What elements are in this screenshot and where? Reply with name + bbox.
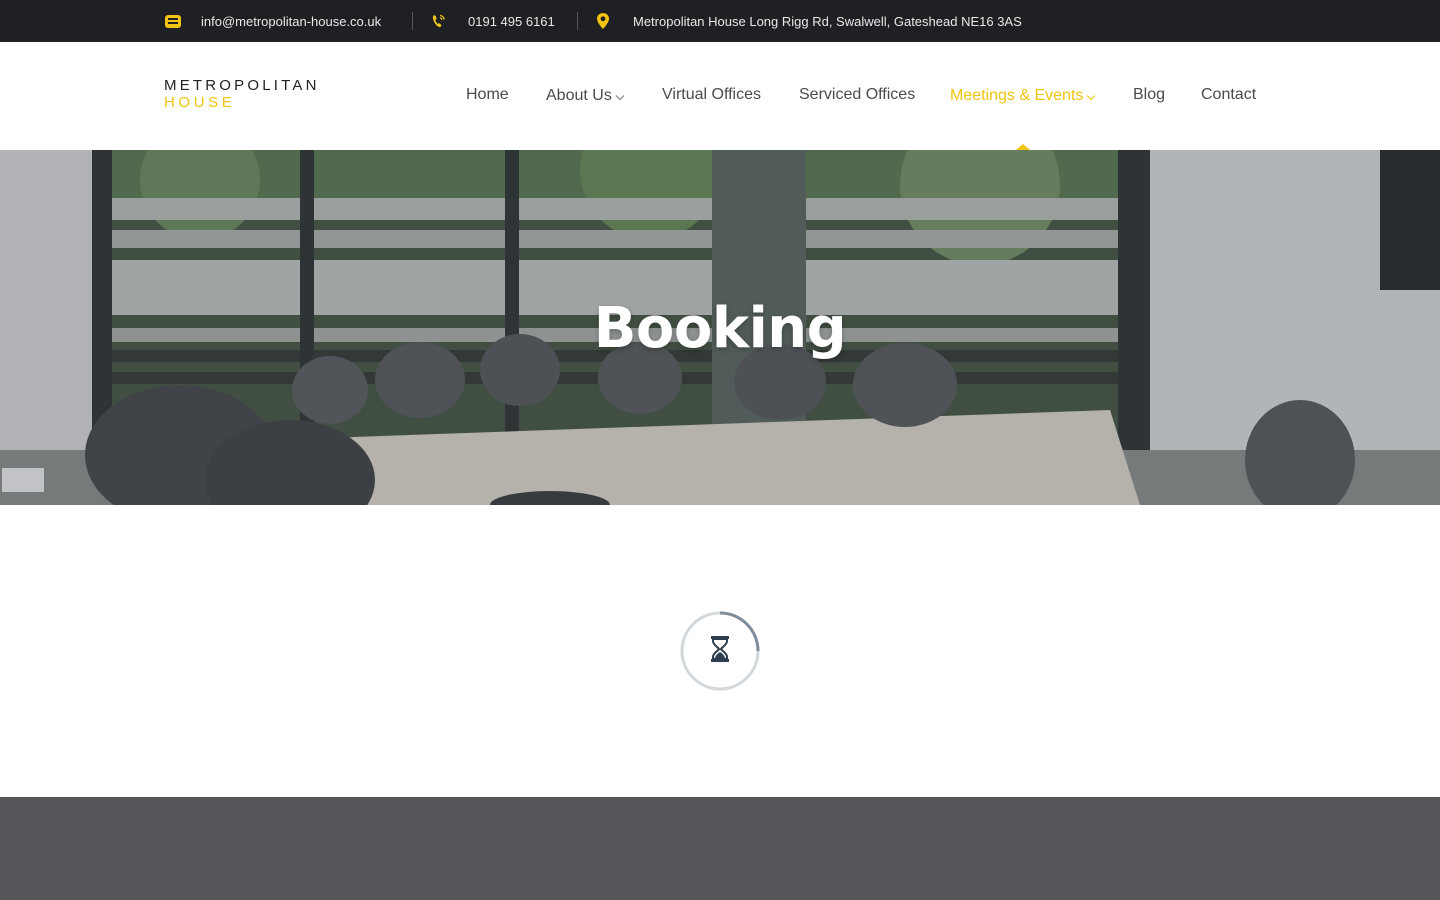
topbar-email[interactable]: info@metropolitan-house.co.uk xyxy=(164,0,381,42)
nav-item-label: Home xyxy=(466,86,509,103)
divider xyxy=(412,12,413,30)
topbar-address: Metropolitan House Long Rigg Rd, Swalwel… xyxy=(596,0,1022,42)
chevron-down-icon xyxy=(615,88,625,106)
nav-item-label: Virtual Offices xyxy=(662,86,762,103)
hero-banner: Booking xyxy=(0,150,1440,505)
site-header: METROPOLITAN HOUSE Home About Us Virtual… xyxy=(0,42,1440,150)
nav-item-label: About Us xyxy=(546,87,612,104)
nav-item-blog[interactable]: Blog xyxy=(1133,86,1165,104)
nav-item-meetings-events[interactable]: Meetings & Events xyxy=(950,86,1096,106)
nav-item-about-us[interactable]: About Us xyxy=(546,86,625,106)
chevron-down-icon xyxy=(1086,88,1096,106)
nav-item-serviced-offices[interactable]: Serviced Offices xyxy=(799,86,915,104)
address-text: Metropolitan House Long Rigg Rd, Swalwel… xyxy=(633,13,1022,29)
map-pin-icon xyxy=(596,12,610,30)
loading-spinner xyxy=(680,611,760,691)
phone-icon xyxy=(431,13,447,29)
phone-link[interactable]: 0191 495 6161 xyxy=(468,14,555,29)
topbar-phone[interactable]: 0191 495 6161 xyxy=(431,0,555,42)
nav-item-label: Serviced Offices xyxy=(799,86,916,103)
top-info-bar: info@metropolitan-house.co.uk 0191 495 6… xyxy=(0,0,1440,42)
envelope-icon xyxy=(164,13,182,29)
nav-item-home[interactable]: Home xyxy=(466,86,509,104)
hourglass-icon xyxy=(710,635,730,668)
email-link[interactable]: info@metropolitan-house.co.uk xyxy=(201,14,381,29)
nav-item-virtual-offices[interactable]: Virtual Offices xyxy=(662,86,761,104)
page-title: Booking xyxy=(593,296,847,361)
divider xyxy=(577,12,578,30)
nav-item-label: Blog xyxy=(1133,86,1166,103)
logo-line1: METROPOLITAN xyxy=(164,77,320,94)
site-logo[interactable]: METROPOLITAN HOUSE xyxy=(164,78,320,112)
nav-item-label: Meetings & Events xyxy=(950,87,1084,104)
nav-item-contact[interactable]: Contact xyxy=(1201,86,1256,104)
site-footer xyxy=(0,797,1440,900)
logo-line2: HOUSE xyxy=(164,94,236,111)
nav-item-label: Contact xyxy=(1201,86,1257,103)
